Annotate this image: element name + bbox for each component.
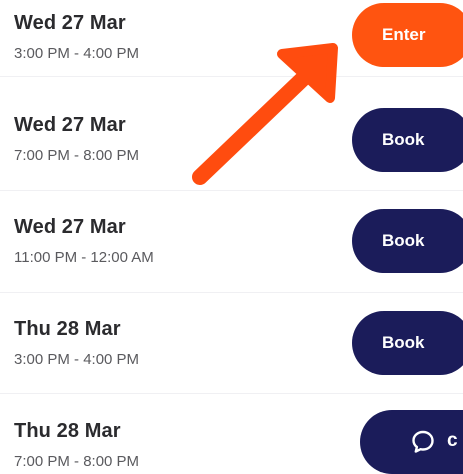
enter-button[interactable]: Enter bbox=[352, 3, 463, 67]
chat-bubble-icon bbox=[412, 430, 434, 453]
chat-widget-button[interactable]: c bbox=[360, 410, 463, 474]
book-button[interactable]: Book bbox=[352, 209, 463, 273]
divider bbox=[0, 76, 463, 77]
session-day: Wed 27 Mar bbox=[14, 12, 126, 34]
divider bbox=[0, 190, 463, 191]
book-button[interactable]: Book bbox=[352, 108, 463, 172]
session-time: 11:00 PM - 12:00 AM bbox=[14, 249, 154, 266]
session-day: Thu 28 Mar bbox=[14, 420, 121, 442]
session-time: 3:00 PM - 4:00 PM bbox=[14, 45, 140, 62]
session-list-screen: Wed 27 Mar 3:00 PM - 4:00 PM Enter Wed 2… bbox=[0, 0, 463, 474]
divider bbox=[0, 292, 463, 293]
chat-widget-label: c bbox=[447, 430, 458, 451]
session-time: 3:00 PM - 4:00 PM bbox=[14, 351, 140, 368]
session-day: Wed 27 Mar bbox=[14, 216, 126, 238]
session-time: 7:00 PM - 8:00 PM bbox=[14, 147, 140, 164]
book-button[interactable]: Book bbox=[352, 311, 463, 375]
session-day: Thu 28 Mar bbox=[14, 318, 121, 340]
session-day: Wed 27 Mar bbox=[14, 114, 126, 136]
session-time: 7:00 PM - 8:00 PM bbox=[14, 453, 140, 470]
divider bbox=[0, 393, 463, 394]
